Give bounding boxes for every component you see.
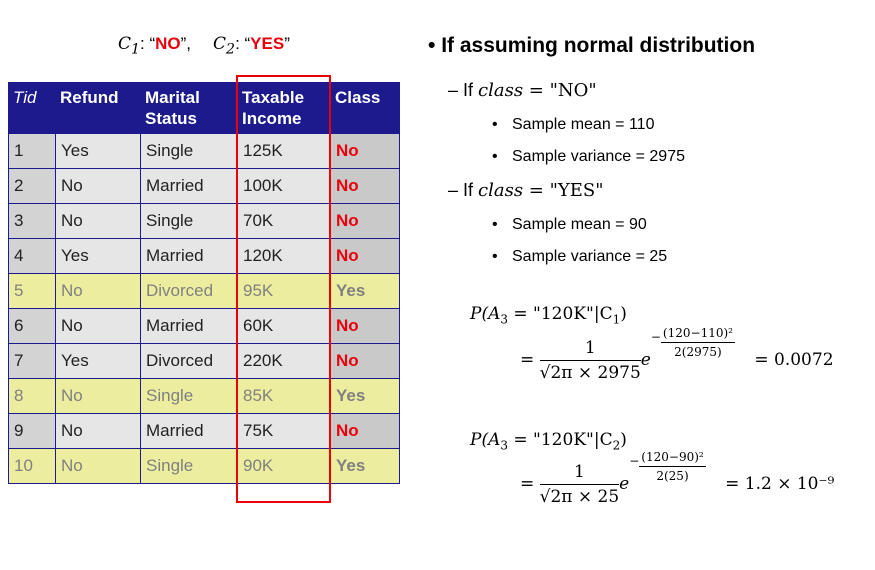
formula1-fraction: 1 √2π × 2975 (539, 338, 641, 383)
formula1-result: = 0.0072 (754, 350, 834, 370)
refund-cell: No (55, 168, 141, 204)
no-case-heading: – If class = "NO" (448, 80, 597, 101)
tid-cell: 4 (8, 238, 56, 274)
formula2-fraction: 1 √2π × 25 (539, 462, 620, 507)
class-cell: Yes (330, 273, 400, 309)
class-cell: Yes (330, 378, 400, 414)
class-cell: No (330, 308, 400, 344)
refund-cell: No (55, 448, 141, 484)
header-refund: Refund (55, 82, 141, 134)
table-row: 6 No Married 60K No (8, 308, 400, 344)
class-cell: Yes (330, 448, 400, 484)
table-row: 9 No Married 75K No (8, 413, 400, 449)
marital-cell: Married (140, 413, 238, 449)
marital-cell: Married (140, 238, 238, 274)
class-cell: No (330, 343, 400, 379)
refund-cell: No (55, 378, 141, 414)
refund-cell: Yes (55, 133, 141, 169)
tid-cell: 3 (8, 203, 56, 239)
table-row: 8 No Single 85K Yes (8, 378, 400, 414)
table-row: 4 Yes Married 120K No (8, 238, 400, 274)
refund-cell: Yes (55, 238, 141, 274)
class-cell: No (330, 168, 400, 204)
c2-symbol: C (213, 34, 227, 54)
class-cell: No (330, 238, 400, 274)
tid-cell: 5 (8, 273, 56, 309)
yes-case-heading: – If class = "YES" (448, 180, 604, 201)
refund-cell: Yes (55, 343, 141, 379)
formula1-lhs: P(A3 = "120K"|C1) (470, 304, 627, 327)
formula1-rhs: = 1 √2π × 2975 e− (120−110)² 2(2975) = 0.007… (520, 326, 834, 383)
tid-cell: 7 (8, 343, 56, 379)
training-data-table: Tid Refund Marital Status Taxable Income C… (8, 82, 400, 484)
class-cell: No (330, 413, 400, 449)
tid-cell: 10 (8, 448, 56, 484)
tid-cell: 6 (8, 308, 56, 344)
table-row: 3 No Single 70K No (8, 203, 400, 239)
refund-cell: No (55, 203, 141, 239)
c1-symbol: C (118, 34, 132, 54)
tid-cell: 1 (8, 133, 56, 169)
c2-value: YES (250, 34, 285, 53)
panel-heading: • If assuming normal distribution (428, 34, 756, 57)
marital-cell: Single (140, 203, 238, 239)
table-row: 1 Yes Single 125K No (8, 133, 400, 169)
c1-value: NO (155, 34, 181, 53)
class-cell: No (330, 203, 400, 239)
yes-case-variance: Sample variance = 25 (492, 248, 667, 266)
marital-cell: Married (140, 308, 238, 344)
tid-cell: 9 (8, 413, 56, 449)
table-header-row: Tid Refund Marital Status Taxable Income C… (8, 82, 400, 134)
marital-cell: Single (140, 378, 238, 414)
class-legend: C1: “NO”, C2: “YES” (118, 34, 290, 58)
marital-cell: Divorced (140, 273, 238, 309)
tid-cell: 8 (8, 378, 56, 414)
marital-cell: Divorced (140, 343, 238, 379)
refund-cell: No (55, 273, 141, 309)
marital-cell: Single (140, 133, 238, 169)
table-row: 2 No Married 100K No (8, 168, 400, 204)
table-row: 7 Yes Divorced 220K No (8, 343, 400, 379)
refund-cell: No (55, 413, 141, 449)
taxable-income-highlight-box (236, 75, 331, 503)
header-tid: Tid (8, 82, 56, 134)
table-row: 10 No Single 90K Yes (8, 448, 400, 484)
no-case-mean: Sample mean = 110 (492, 116, 655, 134)
yes-case-mean: Sample mean = 90 (492, 216, 647, 234)
formula2-result: = 1.2 × 10⁻⁹ (725, 474, 835, 494)
formula2-rhs: = 1 √2π × 25 e− (120−90)² 2(25) = 1.2 × 10⁻⁹ (520, 450, 835, 507)
header-marital-status: Marital Status (140, 82, 238, 134)
marital-cell: Married (140, 168, 238, 204)
refund-cell: No (55, 308, 141, 344)
tid-cell: 2 (8, 168, 56, 204)
marital-cell: Single (140, 448, 238, 484)
class-cell: No (330, 133, 400, 169)
header-class: Class (330, 82, 400, 134)
table-row: 5 No Divorced 95K Yes (8, 273, 400, 309)
formula2-lhs: P(A3 = "120K"|C2) (470, 430, 627, 453)
no-case-variance: Sample variance = 2975 (492, 148, 685, 166)
